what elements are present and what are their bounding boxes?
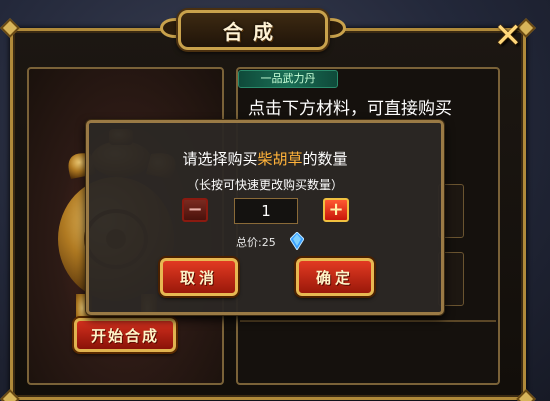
dialog-subtitle: （长按可快速更改购买数量） <box>186 178 343 192</box>
prompt-prefix: 请选择购买 <box>182 150 258 168</box>
item-name-tag: 一品武力丹 <box>238 70 338 88</box>
panel-divider <box>240 320 496 322</box>
prompt-suffix: 的数量 <box>302 150 348 168</box>
purchase-hint-text: 点击下方材料，可直接购买 <box>248 99 452 119</box>
quantity-input[interactable]: 1 <box>234 198 298 224</box>
plus-icon[interactable]: + <box>323 198 349 222</box>
blue-gem-icon <box>290 232 304 250</box>
confirm-button[interactable]: 确定 <box>296 258 374 296</box>
minus-icon[interactable]: − <box>182 198 208 222</box>
material-name: 柴胡草 <box>257 150 303 168</box>
cancel-button[interactable]: 取消 <box>160 258 238 296</box>
dialog-prompt: 请选择购买柴胡草的数量 <box>0 148 530 169</box>
window-title-plaque: 合成 <box>178 10 328 50</box>
total-price-label: 总价:25 <box>236 236 276 249</box>
close-x-icon[interactable]: ✕ <box>490 18 526 54</box>
start-crafting-button[interactable]: 开始合成 <box>74 318 176 352</box>
window-title: 合成 <box>223 19 283 44</box>
